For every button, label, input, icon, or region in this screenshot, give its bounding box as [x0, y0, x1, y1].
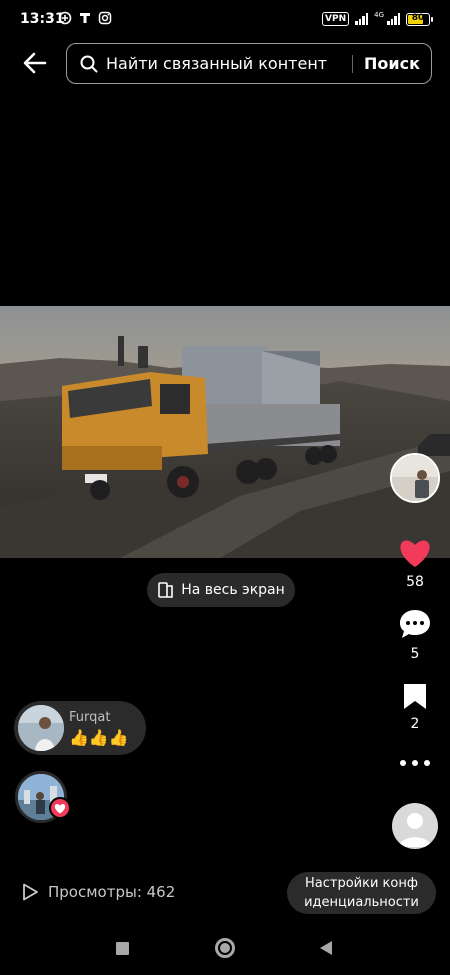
- system-back-button[interactable]: [320, 941, 332, 955]
- instagram-icon: [98, 11, 112, 25]
- comment-text: 👍👍👍: [69, 728, 129, 747]
- profile-avatar-button[interactable]: [392, 803, 438, 849]
- privacy-settings-button[interactable]: Настройки конф иденциальности: [287, 872, 436, 914]
- dot-icon: [412, 760, 418, 766]
- comment-username: Furqat: [69, 710, 111, 725]
- more-options-button[interactable]: [400, 758, 430, 768]
- creator-avatar[interactable]: [390, 453, 440, 503]
- liked-heart-badge: [49, 797, 71, 819]
- plus-circle-icon: [58, 11, 72, 25]
- home-button[interactable]: [215, 938, 235, 958]
- comment-icon: [400, 610, 430, 638]
- comment-count: 5: [410, 646, 420, 662]
- like-button[interactable]: 58: [390, 538, 440, 590]
- status-bar: 13:31 VPN 4G 80: [0, 0, 450, 40]
- search-button[interactable]: Поиск: [359, 54, 425, 73]
- save-count: 2: [410, 716, 420, 732]
- system-nav-bar: [0, 925, 450, 975]
- like-count: 58: [406, 574, 424, 590]
- play-icon: [23, 883, 38, 901]
- signal-icon-2: [387, 13, 400, 25]
- dot-icon: [400, 760, 406, 766]
- heart-icon: [54, 803, 66, 813]
- dot-icon: [424, 760, 430, 766]
- avatar-image: [18, 705, 64, 751]
- default-user-icon: [399, 813, 431, 847]
- video-player[interactable]: [0, 306, 450, 558]
- comment-button[interactable]: 5: [390, 608, 440, 662]
- fullscreen-label: На весь экран: [181, 582, 285, 598]
- signal-icon: [355, 13, 369, 25]
- vpn-badge: VPN: [322, 12, 350, 26]
- arrow-left-icon: [23, 52, 47, 74]
- search-divider: [352, 55, 353, 73]
- save-button[interactable]: 2: [390, 682, 440, 732]
- recents-button[interactable]: [116, 942, 129, 955]
- fullscreen-icon: [158, 582, 174, 598]
- network-type-label: 4G: [374, 10, 384, 19]
- commenter-avatar[interactable]: [18, 705, 64, 751]
- search-icon: [79, 54, 99, 74]
- views-counter: Просмотры: 462: [20, 882, 175, 902]
- back-button[interactable]: [18, 48, 52, 78]
- comment-preview[interactable]: Furqat 👍👍👍: [14, 701, 146, 755]
- t-logo-icon: [78, 11, 92, 25]
- battery-icon: 80: [406, 12, 433, 26]
- status-right-icons: VPN 4G 80: [322, 10, 433, 26]
- video-frame-image: [0, 306, 450, 558]
- battery-level: 80: [411, 12, 425, 23]
- status-left-icons: [58, 11, 112, 25]
- bookmark-icon: [404, 684, 426, 709]
- views-label: Просмотры: 462: [48, 883, 176, 901]
- fullscreen-button[interactable]: На весь экран: [147, 573, 295, 607]
- search-input[interactable]: Найти связанный контент: [106, 54, 327, 73]
- heart-icon: [400, 540, 430, 567]
- search-bar[interactable]: Найти связанный контент Поиск: [66, 43, 432, 84]
